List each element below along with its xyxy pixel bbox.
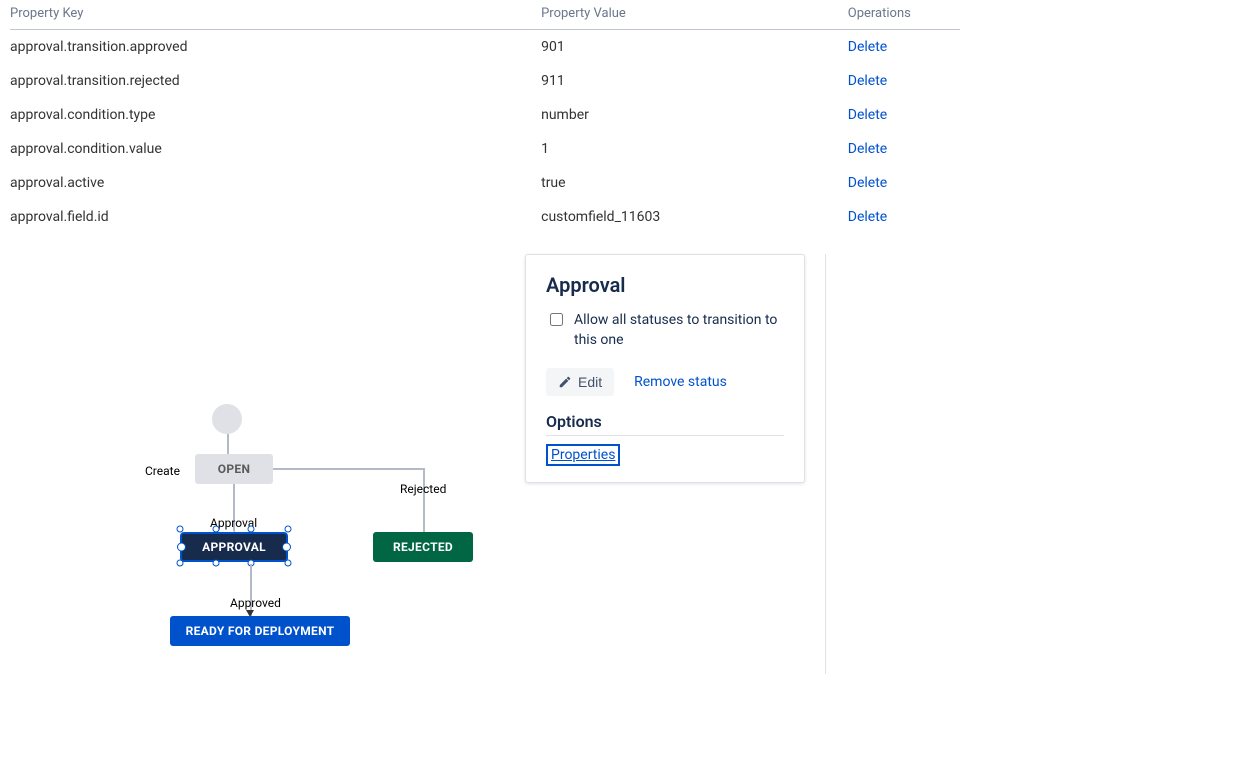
property-key-cell: approval.active (10, 166, 541, 200)
th-operations: Operations (848, 0, 960, 30)
status-rejected[interactable]: REJECTED (373, 532, 473, 562)
remove-status-link[interactable]: Remove status (634, 374, 727, 390)
arrow (423, 468, 425, 532)
status-open[interactable]: OPEN (195, 454, 273, 484)
allow-all-checkbox-row[interactable]: Allow all statuses to transition to this… (546, 311, 784, 350)
table-row: approval.transition.approved 901 Delete (10, 30, 960, 65)
property-value-cell: 901 (541, 30, 848, 65)
delete-link[interactable]: Delete (848, 209, 887, 225)
property-value-cell: true (541, 166, 848, 200)
delete-link[interactable]: Delete (848, 141, 887, 157)
property-value-cell: 911 (541, 64, 848, 98)
table-row: approval.field.id customfield_11603 Dele… (10, 200, 960, 234)
options-heading: Options (546, 412, 784, 436)
workflow-start-circle[interactable] (212, 404, 242, 434)
property-key-cell: approval.field.id (10, 200, 541, 234)
transition-label-rejected[interactable]: Rejected (400, 482, 446, 496)
panel-title: Approval (546, 273, 784, 297)
delete-link[interactable]: Delete (848, 73, 887, 89)
property-value-cell: 1 (541, 132, 848, 166)
property-key-cell: approval.condition.value (10, 132, 541, 166)
table-row: approval.condition.value 1 Delete (10, 132, 960, 166)
edit-button-label: Edit (578, 374, 602, 390)
allow-all-label: Allow all statuses to transition to this… (574, 311, 784, 350)
property-key-cell: approval.transition.approved (10, 30, 541, 65)
status-ready-for-deployment[interactable]: READY FOR DEPLOYMENT (170, 616, 350, 646)
th-property-value: Property Value (541, 0, 848, 30)
status-panel: Approval Allow all statuses to transitio… (525, 254, 805, 483)
workflow-diagram[interactable]: Create OPEN Rejected Approval APPROVAL R… (0, 254, 520, 674)
property-value-cell: customfield_11603 (541, 200, 848, 234)
arrow (227, 434, 229, 454)
properties-link[interactable]: Properties (546, 444, 620, 466)
status-approval-selected[interactable]: APPROVAL (180, 532, 288, 562)
property-key-cell: approval.transition.rejected (10, 64, 541, 98)
allow-all-checkbox[interactable] (550, 313, 563, 326)
arrow (273, 468, 423, 470)
properties-table: Property Key Property Value Operations a… (10, 0, 960, 234)
transition-label-approved[interactable]: Approved (230, 596, 281, 610)
table-row: approval.active true Delete (10, 166, 960, 200)
vertical-divider (825, 254, 826, 674)
property-value-cell: number (541, 98, 848, 132)
table-row: approval.condition.type number Delete (10, 98, 960, 132)
delete-link[interactable]: Delete (848, 39, 887, 55)
table-row: approval.transition.rejected 911 Delete (10, 64, 960, 98)
delete-link[interactable]: Delete (848, 107, 887, 123)
th-property-key: Property Key (10, 0, 541, 30)
delete-link[interactable]: Delete (848, 175, 887, 191)
pencil-icon (558, 375, 572, 389)
property-key-cell: approval.condition.type (10, 98, 541, 132)
transition-label-create[interactable]: Create (145, 464, 180, 478)
edit-button[interactable]: Edit (546, 368, 614, 396)
